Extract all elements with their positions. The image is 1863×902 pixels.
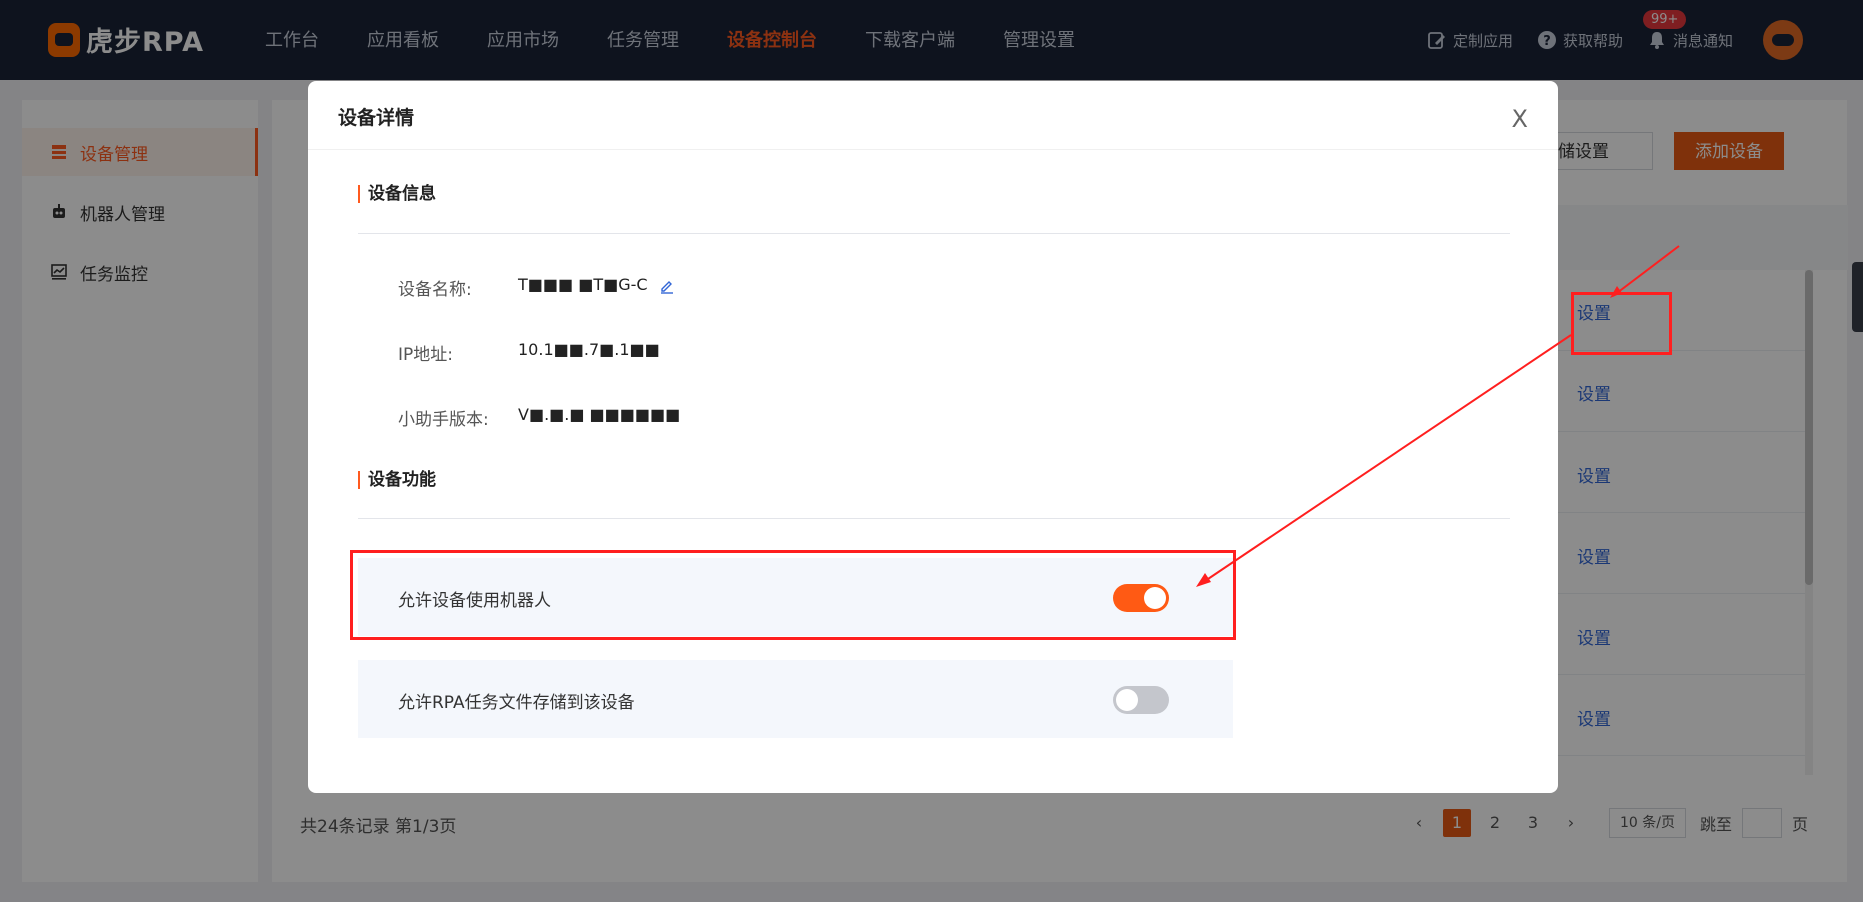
annotation-arrow-line bbox=[1612, 245, 1680, 297]
annotation-arrowhead bbox=[1196, 573, 1211, 587]
annotation-arrows bbox=[1196, 245, 1680, 587]
annotation-arrowhead bbox=[1610, 286, 1622, 298]
annotation-arrow-line bbox=[1204, 334, 1572, 582]
